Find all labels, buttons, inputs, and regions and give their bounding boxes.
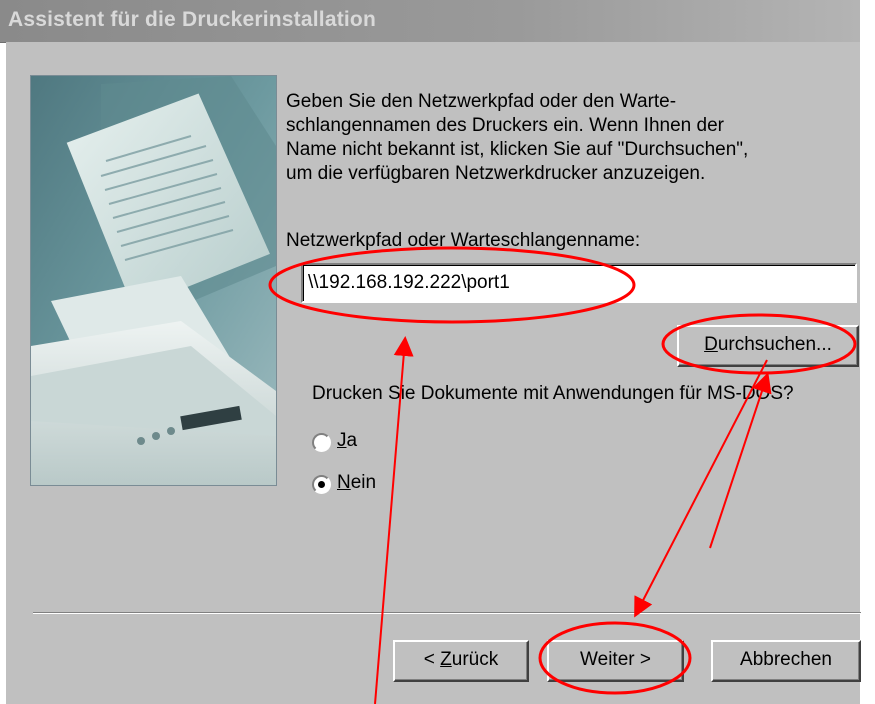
next-button[interactable]: Weiter > <box>547 640 684 682</box>
printer-wizard-illustration <box>30 75 277 486</box>
radio-nein-mnemonic: N <box>337 472 351 493</box>
browse-button[interactable]: Durchsuchen... <box>677 325 859 367</box>
radio-nein[interactable] <box>312 475 331 494</box>
dos-question-label: Drucken Sie Dokumente mit Anwendungen fü… <box>312 383 794 404</box>
back-button-mnemonic: Z <box>440 649 452 670</box>
radio-ja-mnemonic: J <box>337 430 347 451</box>
button-separator <box>33 612 861 614</box>
instructions-line: Name nicht bekannt ist, klicken Sie auf … <box>286 139 749 160</box>
instructions-line: Geben Sie den Netzwerkpfad oder den Wart… <box>286 91 677 112</box>
path-field-label: Netzwerkpfad oder Warteschlangenname: <box>286 230 641 251</box>
radio-nein-label[interactable]: Nein <box>337 471 376 495</box>
instructions-text: Geben Sie den Netzwerkpfad oder den Wart… <box>286 90 856 186</box>
printer-illustration-icon <box>31 76 276 485</box>
window-title: Assistent für die Druckerinstallation <box>8 8 376 31</box>
network-path-input[interactable] <box>308 272 848 294</box>
cancel-button[interactable]: Abbrechen <box>711 640 861 682</box>
browse-button-mnemonic: D <box>704 334 718 355</box>
radio-ja[interactable] <box>312 433 331 452</box>
browse-button-label: urchsuchen... <box>717 334 832 355</box>
back-button-label: urück <box>451 649 499 670</box>
radio-ja-label[interactable]: Ja <box>337 429 357 453</box>
path-field[interactable] <box>301 263 857 303</box>
radio-nein-text: ein <box>350 472 377 493</box>
back-button-prefix: < <box>423 649 441 670</box>
instructions-line: schlangennamen des Druckers ein. Wenn Ih… <box>286 115 724 136</box>
radio-ja-text: a <box>346 430 358 451</box>
back-button[interactable]: < Zurück <box>393 640 529 682</box>
title-bar: Assistent für die Druckerinstallation <box>0 0 860 43</box>
instructions-line: um die verfügbaren Netzwerkdrucker anzuz… <box>286 163 706 184</box>
